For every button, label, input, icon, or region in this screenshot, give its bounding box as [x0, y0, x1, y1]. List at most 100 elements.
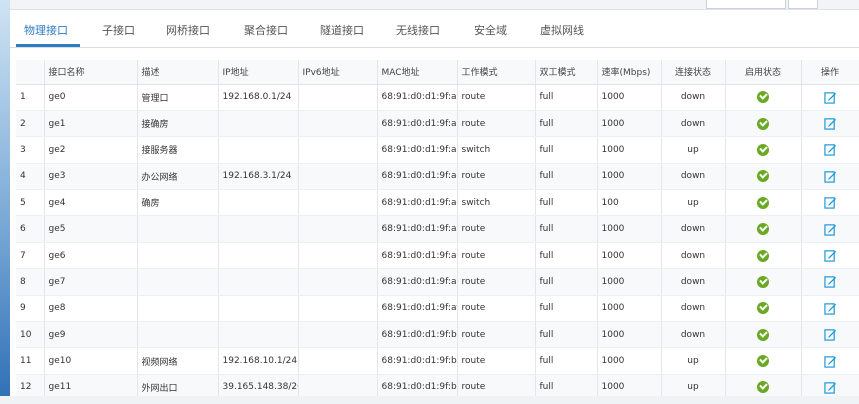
tab-bridge-interface[interactable]: 网桥接口	[166, 22, 210, 38]
check-circle-icon	[757, 249, 769, 262]
table-row[interactable]: 1 ge0 管理口 192.168.0.1/24 68:91:d0:d1:9f:a7 ro…	[16, 84, 859, 111]
interface-description	[137, 268, 219, 296]
top-toolbar-button[interactable]	[788, 0, 818, 9]
interface-name: ge7	[44, 268, 138, 296]
action-cell	[801, 84, 859, 111]
tab-aggregate-interface[interactable]: 聚合接口	[244, 22, 288, 38]
interface-mode: route	[457, 321, 536, 349]
edit-icon[interactable]	[823, 381, 837, 394]
interface-ipv6	[298, 347, 378, 375]
interface-name: ge1	[44, 110, 138, 138]
edit-icon[interactable]	[823, 170, 837, 183]
column-header-duplex[interactable]: 双工模式	[535, 60, 598, 85]
action-cell	[801, 163, 859, 191]
edit-icon[interactable]	[823, 328, 837, 341]
enabled-status-cell	[725, 347, 802, 375]
interface-mac: 68:91:d0:d1:9f:a7	[377, 84, 458, 111]
table-row[interactable]: 9 ge8 68:91:d0:d1:9f:af route full 1000 down	[16, 295, 859, 323]
enabled-status-cell	[725, 163, 802, 191]
edit-icon[interactable]	[823, 249, 837, 262]
interface-duplex: full	[535, 163, 598, 191]
interface-link-status: down	[661, 163, 726, 191]
interface-description: 确房	[137, 189, 219, 217]
column-header-mode[interactable]: 工作模式	[457, 60, 536, 85]
column-header-description[interactable]: 描述	[137, 60, 219, 85]
column-header-ipv6[interactable]: IPv6地址	[298, 60, 378, 85]
interface-link-status: down	[661, 268, 726, 296]
action-cell	[801, 215, 859, 243]
interface-duplex: full	[535, 215, 598, 243]
column-header-mac[interactable]: MAC地址	[377, 60, 458, 85]
table-header-row: 接口名称 描述 IP地址 IPv6地址 MAC地址 工作模式 双工模式 速率(M…	[16, 60, 859, 85]
column-header-ip[interactable]: IP地址	[218, 60, 299, 85]
edit-icon[interactable]	[823, 275, 837, 289]
table-row[interactable]: 4 ge3 办公网络 192.168.3.1/24 68:91:d0:d1:9f:aa r…	[16, 163, 859, 191]
interface-ip: 192.168.3.1/24	[218, 163, 299, 191]
interface-duplex: full	[535, 242, 598, 270]
column-header-speed[interactable]: 速率(Mbps)	[597, 60, 662, 85]
action-cell	[801, 189, 859, 217]
interface-mode: route	[457, 268, 536, 296]
interface-ip	[218, 189, 299, 217]
interface-description: 接服务器	[137, 136, 219, 164]
interface-speed: 1000	[597, 347, 662, 375]
interface-mode: switch	[457, 189, 536, 217]
table-row[interactable]: 10 ge9 68:91:d0:d1:9f:b0 route full 1000 down	[16, 321, 859, 349]
table-row[interactable]: 3 ge2 接服务器 68:91:d0:d1:9f:a9 switch full 1000 u…	[16, 136, 859, 164]
tab-wireless-interface[interactable]: 无线接口	[396, 22, 440, 38]
edit-icon[interactable]	[823, 117, 837, 130]
interface-name: ge4	[44, 189, 138, 217]
interface-ipv6	[298, 136, 378, 164]
interface-ipv6	[298, 163, 378, 191]
action-cell	[801, 268, 859, 296]
interface-duplex: full	[535, 347, 598, 375]
tab-tunnel-interface[interactable]: 隧道接口	[320, 22, 364, 38]
interface-mode: switch	[457, 136, 536, 164]
table-row[interactable]: 7 ge6 68:91:d0:d1:9f:ad route full 1000 down	[16, 242, 859, 270]
tab-physical-interface[interactable]: 物理接口	[24, 22, 68, 38]
enabled-status-cell	[725, 295, 802, 323]
interface-mode: route	[457, 347, 536, 375]
row-index: 7	[16, 242, 45, 270]
edit-icon[interactable]	[823, 196, 837, 209]
column-header-enabled-status[interactable]: 启用状态	[725, 60, 802, 85]
check-circle-icon	[757, 275, 769, 288]
interface-mode: route	[457, 110, 536, 138]
tab-security-zone[interactable]: 安全域	[474, 22, 507, 38]
edit-icon[interactable]	[823, 91, 837, 104]
interface-ipv6	[298, 242, 378, 270]
interface-mac: 68:91:d0:d1:9f:aa	[377, 163, 458, 191]
interface-link-status: down	[661, 84, 726, 111]
interface-duplex: full	[535, 321, 598, 349]
interface-speed: 1000	[597, 242, 662, 270]
interface-description	[137, 242, 219, 270]
interface-mode: route	[457, 84, 536, 111]
table-row[interactable]: 8 ge7 68:91:d0:d1:9f:ae route full 1000 down	[16, 268, 859, 296]
edit-icon[interactable]	[823, 302, 837, 315]
top-toolbar-button[interactable]	[706, 0, 786, 9]
interface-name: ge9	[44, 321, 138, 349]
interface-ipv6	[298, 268, 378, 296]
tab-sub-interface[interactable]: 子接口	[102, 22, 135, 38]
table-row[interactable]: 11 ge10 视频网络 192.168.10.1/24 68:91:d0:d1:9f:…	[16, 347, 859, 375]
edit-icon[interactable]	[823, 223, 837, 236]
row-index: 10	[16, 321, 45, 349]
row-index: 9	[16, 295, 45, 323]
table-row[interactable]: 2 ge1 接确房 68:91:d0:d1:9f:a8 route full 1000 dow…	[16, 110, 859, 138]
interface-name: ge5	[44, 215, 138, 243]
interface-ip	[218, 215, 299, 243]
table-row[interactable]: 5 ge4 确房 68:91:d0:d1:9f:ab switch full 100 up	[16, 189, 859, 217]
interface-mac: 68:91:d0:d1:9f:af	[377, 295, 458, 323]
column-header-link-status[interactable]: 连接状态	[661, 60, 726, 85]
tab-virtual-wire[interactable]: 虚拟网线	[540, 22, 584, 38]
column-header-name[interactable]: 接口名称	[44, 60, 138, 85]
action-cell	[801, 321, 859, 349]
interface-mac: 68:91:d0:d1:9f:ae	[377, 268, 458, 296]
action-cell	[801, 242, 859, 270]
check-circle-icon	[757, 355, 769, 368]
interface-name: ge8	[44, 295, 138, 323]
edit-icon[interactable]	[823, 355, 837, 368]
edit-icon[interactable]	[823, 143, 837, 157]
interface-link-status: down	[661, 295, 726, 323]
table-row[interactable]: 6 ge5 68:91:d0:d1:9f:ac route full 1000 down	[16, 215, 859, 243]
